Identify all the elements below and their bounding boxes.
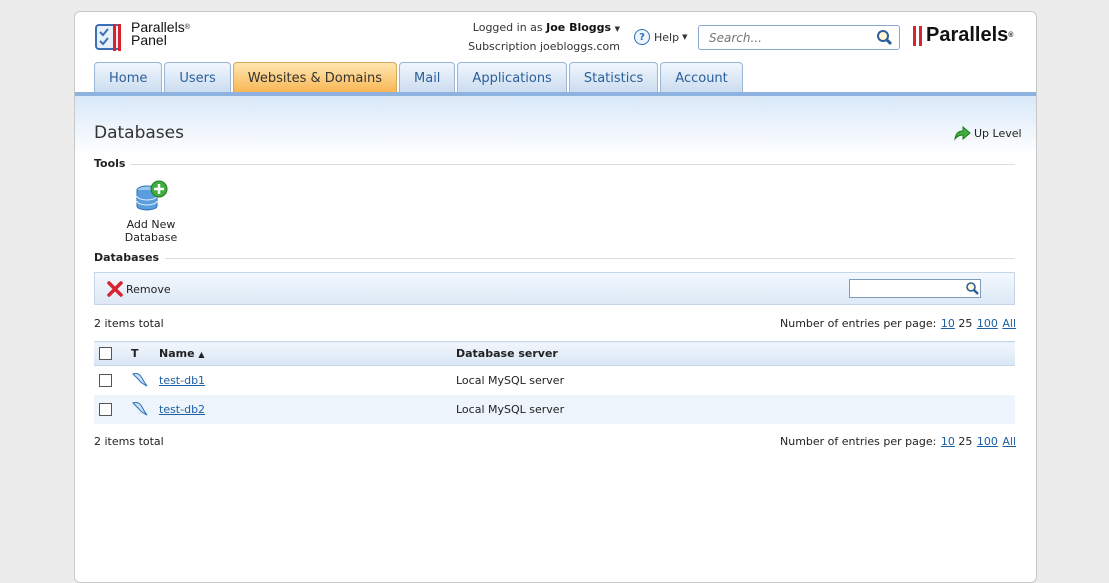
databases-heading: Databases bbox=[94, 251, 166, 264]
table-header-row: T Name ▲ Database server bbox=[94, 341, 1015, 366]
brand-reg: ® bbox=[1008, 32, 1014, 39]
row-checkbox[interactable] bbox=[99, 403, 112, 417]
tools-section-header: Tools bbox=[94, 157, 1015, 171]
databases-table: T Name ▲ Database server test-db1 Local … bbox=[94, 341, 1015, 424]
row-checkbox-cell bbox=[94, 366, 126, 396]
database-name-link[interactable]: test-db2 bbox=[159, 403, 205, 416]
header-gradient bbox=[75, 96, 1036, 156]
add-new-database-label: Add New Database bbox=[124, 218, 178, 244]
per-page-10[interactable]: 10 bbox=[941, 435, 955, 448]
per-page-10[interactable]: 10 bbox=[941, 317, 955, 330]
logo-reg: ® bbox=[184, 24, 190, 31]
parallels-bars-icon bbox=[913, 25, 922, 46]
list-search-box bbox=[849, 279, 981, 298]
tab-users[interactable]: Users bbox=[164, 62, 231, 93]
user-name[interactable]: Joe Bloggs bbox=[546, 21, 611, 34]
items-total-top: 2 items total bbox=[94, 317, 164, 330]
tab-statistics[interactable]: Statistics bbox=[568, 62, 659, 93]
tab-mail[interactable]: Mail bbox=[399, 62, 456, 93]
divider bbox=[94, 164, 1015, 165]
subscription-prefix: Subscription bbox=[468, 40, 537, 53]
database-server-cell: Local MySQL server bbox=[451, 395, 1015, 424]
logged-in-info[interactable]: Logged in as Joe Bloggs ▼ bbox=[473, 21, 620, 34]
subscription-info: Subscription joebloggs.com bbox=[468, 40, 620, 53]
brand-name: Parallels bbox=[926, 24, 1009, 46]
list-search-input[interactable] bbox=[852, 280, 964, 297]
entries-per-page-bottom: Number of entries per page: 10 25 100 Al… bbox=[780, 435, 1016, 448]
database-name-cell: test-db1 bbox=[154, 366, 451, 396]
chevron-down-icon: ▼ bbox=[682, 33, 688, 41]
up-level-icon bbox=[954, 125, 971, 141]
global-search-input[interactable] bbox=[707, 29, 871, 47]
logo-line2: Panel bbox=[131, 32, 167, 48]
select-all-header bbox=[94, 341, 126, 366]
type-column-header[interactable]: T bbox=[126, 341, 154, 366]
parallels-brand-logo: Parallels ® bbox=[913, 24, 1013, 47]
per-page-25-current: 25 bbox=[958, 435, 973, 448]
name-column-header[interactable]: Name ▲ bbox=[154, 341, 451, 366]
mysql-icon bbox=[126, 366, 154, 396]
add-new-database-button[interactable]: Add New Database bbox=[101, 180, 201, 244]
row-checkbox[interactable] bbox=[99, 374, 112, 388]
parallels-panel-logo-icon bbox=[95, 22, 127, 52]
row-checkbox-cell bbox=[94, 395, 126, 424]
page-title: Databases bbox=[94, 123, 184, 143]
items-total-bottom: 2 items total bbox=[94, 435, 164, 448]
per-page-label: Number of entries per page: bbox=[780, 317, 937, 330]
database-name-cell: test-db2 bbox=[154, 395, 451, 424]
per-page-label: Number of entries per page: bbox=[780, 435, 937, 448]
logo-text: Parallels® Panel bbox=[131, 20, 190, 48]
subscription-name: joebloggs.com bbox=[539, 40, 620, 53]
tools-heading: Tools bbox=[94, 157, 132, 170]
per-page-25-current: 25 bbox=[958, 317, 973, 330]
remove-button[interactable]: Remove bbox=[107, 281, 171, 297]
list-toolbar: Remove bbox=[94, 272, 1015, 305]
mysql-icon bbox=[126, 395, 154, 424]
name-column-label: Name bbox=[159, 347, 195, 360]
per-page-100[interactable]: 100 bbox=[977, 317, 998, 330]
add-database-icon bbox=[136, 180, 168, 211]
help-menu[interactable]: ? Help ▼ bbox=[634, 29, 687, 45]
panel-frame: Parallels® Panel Logged in as Joe Bloggs… bbox=[74, 11, 1037, 583]
server-column-header[interactable]: Database server bbox=[451, 341, 1015, 366]
search-icon[interactable] bbox=[965, 281, 979, 298]
help-icon: ? bbox=[634, 29, 650, 45]
tab-applications[interactable]: Applications bbox=[457, 62, 567, 93]
per-page-all[interactable]: All bbox=[1002, 435, 1016, 448]
databases-section-header: Databases bbox=[94, 251, 1015, 265]
up-level-link[interactable]: Up Level bbox=[953, 125, 1022, 141]
chevron-down-icon: ▼ bbox=[614, 25, 620, 33]
database-server-cell: Local MySQL server bbox=[456, 374, 565, 387]
sort-ascending-icon: ▲ bbox=[198, 350, 205, 359]
main-tabs: Home Users Websites & Domains Mail Appli… bbox=[94, 62, 745, 94]
tab-websites-domains[interactable]: Websites & Domains bbox=[232, 62, 398, 93]
select-all-checkbox[interactable] bbox=[99, 347, 112, 361]
up-level-label: Up Level bbox=[974, 126, 1022, 140]
help-label: Help bbox=[654, 30, 680, 44]
divider bbox=[94, 258, 1015, 259]
search-icon[interactable] bbox=[876, 29, 893, 49]
per-page-all[interactable]: All bbox=[1002, 317, 1016, 330]
tab-account[interactable]: Account bbox=[660, 62, 743, 93]
logged-in-prefix: Logged in as bbox=[472, 21, 543, 34]
entries-per-page-top: Number of entries per page: 10 25 100 Al… bbox=[780, 317, 1016, 330]
tab-home[interactable]: Home bbox=[94, 62, 163, 93]
table-row: test-db1 Local MySQL server bbox=[94, 366, 1015, 396]
per-page-100[interactable]: 100 bbox=[977, 435, 998, 448]
remove-icon bbox=[107, 281, 123, 297]
database-name-link[interactable]: test-db1 bbox=[159, 374, 205, 387]
remove-label: Remove bbox=[126, 282, 171, 296]
table-row: test-db2 Local MySQL server bbox=[94, 395, 1015, 424]
global-search-box bbox=[698, 25, 900, 50]
